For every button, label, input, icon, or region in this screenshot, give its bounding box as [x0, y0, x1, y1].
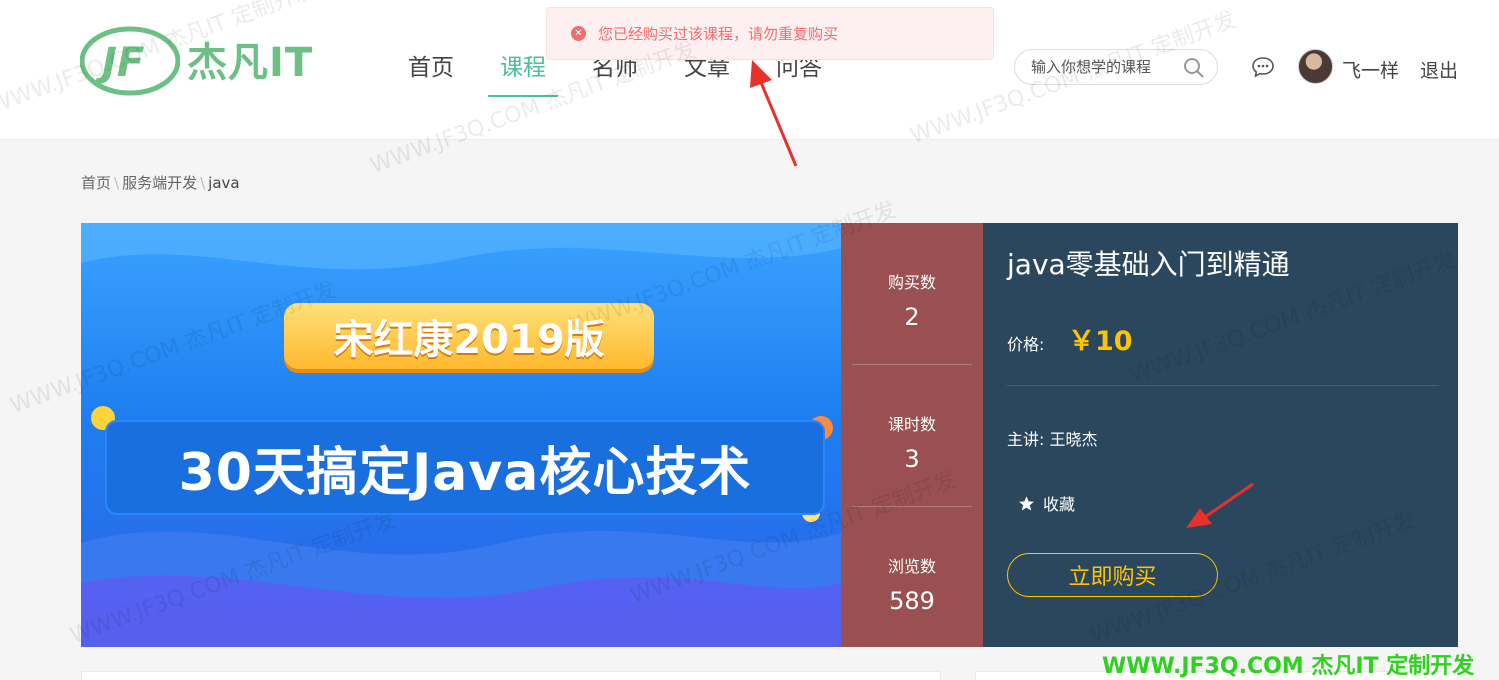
course-info-panel: java零基础入门到精通 价格: ￥10 主讲: 王晓杰 收藏 立即购买 — [983, 223, 1458, 647]
course-banner: 宋红康2019版 30天搞定Java核心技术 — [81, 223, 841, 647]
breadcrumb-home[interactable]: 首页 — [81, 174, 111, 192]
stat-divider — [852, 364, 972, 365]
nav-home[interactable]: 首页 — [408, 48, 454, 98]
breadcrumb-category[interactable]: 服务端开发 — [122, 174, 197, 192]
search-icon[interactable] — [1183, 57, 1205, 79]
stat-views: 浏览数 589 — [841, 553, 983, 615]
stat-label: 浏览数 — [887, 557, 936, 576]
toast-message: 您已经购买过该课程，请勿重复购买 — [598, 25, 839, 43]
avatar[interactable] — [1298, 49, 1333, 84]
breadcrumb-separator: \ — [200, 174, 206, 192]
stat-label: 购买数 — [887, 273, 936, 292]
stat-value: 3 — [904, 445, 920, 473]
favorite-button[interactable]: 收藏 — [1018, 491, 1075, 515]
logout-link[interactable]: 退出 — [1420, 56, 1458, 83]
banner-edition-tag: 宋红康2019版 — [284, 303, 654, 369]
banner-headline: 30天搞定Java核心技术 — [178, 443, 752, 503]
search-box — [1014, 49, 1218, 85]
stat-purchases: 购买数 2 — [841, 269, 983, 331]
error-toast: ✕ 您已经购买过该课程，请勿重复购买 — [546, 7, 994, 60]
close-circle-icon: ✕ — [571, 26, 586, 41]
breadcrumb-current: java — [208, 174, 240, 192]
footer-watermark: WWW.JF3Q.COM 杰凡IT 定制开发 — [1102, 654, 1475, 679]
course-title: java零基础入门到精通 — [1007, 248, 1290, 281]
brand-name[interactable]: 杰凡IT — [187, 30, 313, 88]
stat-value: 589 — [889, 587, 935, 615]
stat-lessons: 课时数 3 — [841, 411, 983, 473]
svg-text:JF: JF — [95, 40, 144, 86]
breadcrumb: 首页 \ 服务端开发 \ java — [81, 172, 240, 193]
star-icon — [1019, 495, 1034, 510]
nav-courses[interactable]: 课程 — [488, 48, 558, 98]
content-card — [81, 671, 941, 680]
price-value: ￥10 — [1068, 326, 1133, 357]
price-label: 价格: — [1007, 335, 1045, 354]
teacher-label: 主讲: — [1007, 430, 1045, 449]
stat-label: 课时数 — [887, 415, 936, 434]
logo-mark-icon[interactable]: JF — [80, 24, 180, 99]
info-divider — [1007, 385, 1439, 386]
stat-value: 2 — [904, 303, 920, 331]
buy-now-button[interactable]: 立即购买 — [1007, 553, 1218, 597]
breadcrumb-separator: \ — [114, 174, 120, 192]
username[interactable]: 飞一样 — [1342, 56, 1399, 83]
teacher-name: 王晓杰 — [1049, 430, 1098, 449]
favorite-label: 收藏 — [1043, 495, 1076, 514]
banner-tag-text: 宋红康2019版 — [333, 317, 605, 363]
teacher-line: 主讲: 王晓杰 — [1007, 426, 1098, 450]
banner-headline-panel: 30天搞定Java核心技术 — [105, 420, 825, 515]
chat-bubble-icon[interactable] — [1252, 57, 1274, 77]
stat-divider — [852, 506, 972, 507]
course-stats: 购买数 2 课时数 3 浏览数 589 — [841, 223, 983, 647]
search-input[interactable] — [1031, 58, 1181, 76]
